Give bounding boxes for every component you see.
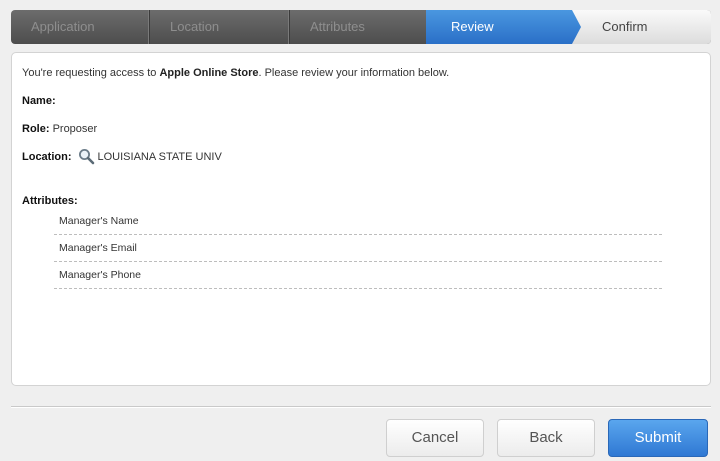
attributes-list: Manager's Name Manager's Email Manager's… xyxy=(54,208,662,289)
location-value: LOUISIANA STATE UNIV xyxy=(97,150,222,163)
intro-prefix: You're requesting access to xyxy=(22,67,160,79)
back-button[interactable]: Back xyxy=(497,419,595,457)
magnifier-icon[interactable] xyxy=(78,148,95,165)
role-label: Role: xyxy=(22,123,50,135)
attributes-heading: Attributes: xyxy=(22,195,78,207)
wizard-step-confirm: Confirm xyxy=(571,10,711,44)
wizard-step-location: Location xyxy=(150,10,290,44)
wizard-step-confirm-label: Confirm xyxy=(602,19,648,34)
wizard-step-application: Application xyxy=(11,10,150,44)
app-name: Apple Online Store xyxy=(159,67,259,79)
role-field: Role: Proposer xyxy=(22,123,97,135)
intro-suffix: . Please review your information below. xyxy=(258,67,450,79)
wizard-progress-bar: Application Location Attributes Confirm … xyxy=(11,10,711,44)
location-field: Location: LOUISIANA STATE UNIV xyxy=(22,148,222,165)
review-intro: You're requesting access to Apple Online… xyxy=(22,67,449,79)
location-label: Location: xyxy=(22,150,72,163)
cancel-button[interactable]: Cancel xyxy=(386,419,484,457)
name-field: Name: xyxy=(22,95,56,107)
wizard-step-attributes: Attributes xyxy=(310,19,365,34)
name-label: Name: xyxy=(22,95,56,107)
attribute-item: Manager's Name xyxy=(54,208,662,235)
attribute-item: Manager's Email xyxy=(54,235,662,262)
attribute-item: Manager's Phone xyxy=(54,262,662,289)
review-panel: You're requesting access to Apple Online… xyxy=(11,52,711,386)
role-value: Proposer xyxy=(52,123,98,135)
submit-button[interactable]: Submit xyxy=(608,419,708,457)
footer-divider xyxy=(11,406,711,408)
wizard-step-review: Review xyxy=(426,10,581,44)
